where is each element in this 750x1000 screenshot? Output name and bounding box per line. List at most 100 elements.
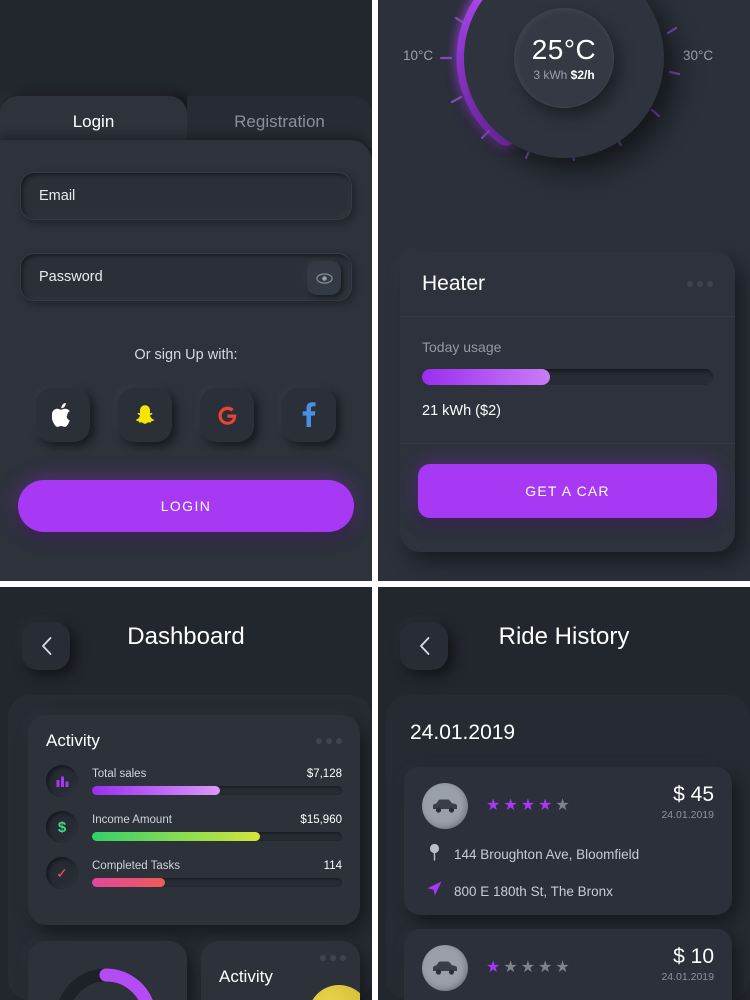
get-a-car-button[interactable]: GET A CAR (418, 464, 717, 518)
screen-grid: Login Registration Email Password Or sig… (0, 0, 750, 1000)
star-icon: ★ (520, 797, 539, 814)
stat-fill (92, 831, 260, 841)
star-icon: ★ (503, 797, 521, 814)
map-pin-icon (422, 843, 446, 866)
ride-date: 24.01.2019 (661, 809, 714, 821)
stat-fill (92, 877, 165, 887)
ride-price: $ 10 (673, 945, 714, 968)
usage-progress-fill (422, 369, 551, 385)
email-field[interactable]: Email (20, 172, 352, 220)
ride-date-group: 24.01.2019 (410, 721, 516, 744)
activity-mini-title: Activity (219, 967, 273, 986)
activity-card: Activity Total sales $7,128 $ Income Amo… (28, 715, 360, 925)
card-divider (400, 443, 735, 444)
star-icon: ★ (555, 797, 573, 814)
rating-stars[interactable]: ★★★★★ (486, 957, 573, 977)
ride-list-item[interactable]: ★★★★★ $ 45 24.01.2019 144 Broughton Ave,… (404, 767, 732, 915)
more-dots-icon[interactable] (687, 281, 713, 287)
activity-title: Activity (46, 731, 100, 750)
google-icon[interactable] (200, 388, 254, 442)
facebook-icon[interactable] (282, 388, 336, 442)
more-dots-icon[interactable] (320, 955, 346, 961)
dropoff-row: 800 E 180th St, The Bronx (404, 880, 732, 902)
rating-stars[interactable]: ★★★★★ (486, 795, 573, 815)
star-icon: ★ (555, 959, 573, 976)
facebook-icon-glyph (302, 402, 316, 427)
rate-value: $2/h (570, 68, 595, 82)
stat-name: Completed Tasks (92, 859, 180, 872)
donut-chart-graphic (59, 968, 153, 1000)
today-usage-label: Today usage (422, 339, 502, 355)
stat-fill (92, 785, 220, 795)
chevron-left-icon (41, 637, 51, 655)
dial-label-30c: 30°C (683, 48, 714, 63)
temperature-dial[interactable]: 10°C 15°C 25°C 30°C 25°C 3 kWh $2/h (378, 0, 750, 230)
car-icon (422, 783, 468, 829)
stat-body: Completed Tasks 114 (92, 860, 342, 887)
ride-history-screen: Ride History 24.01.2019 ★★★★★ $ 45 24.01… (378, 587, 750, 1000)
usage-progress-track (422, 369, 713, 385)
snapchat-icon[interactable] (118, 388, 172, 442)
stat-row: $ Income Amount $15,960 (46, 811, 342, 843)
ride-history-header: Ride History (378, 587, 750, 687)
login-button[interactable]: LOGIN (18, 480, 354, 532)
dollar-icon-glyph: $ (57, 818, 67, 836)
google-icon-glyph (217, 406, 236, 425)
signup-prompt: Or sign Up with: (134, 347, 238, 363)
stat-value: $7,128 (306, 767, 342, 780)
heater-card: Heater Today usage 21 kWh ($2) GET A CAR (400, 252, 735, 552)
heater-card-header: Heater (400, 252, 735, 317)
activity-mini-card[interactable]: Activity (201, 941, 360, 1000)
apple-icon-glyph (52, 403, 70, 427)
ride-list-sheet: 24.01.2019 ★★★★★ $ 45 24.01.2019 144 Bro… (386, 695, 750, 1000)
mini-card-row: Activity (28, 941, 360, 1000)
ride-date: 24.01.2019 (661, 971, 714, 983)
star-icon: ★ (486, 959, 504, 976)
password-field-label: Password (39, 269, 103, 285)
login-backdrop (0, 0, 372, 96)
ride-price: $ 45 (673, 783, 714, 806)
password-field[interactable]: Password (20, 253, 352, 301)
ride-price-block: $ 45 24.01.2019 (661, 783, 714, 821)
back-button[interactable] (22, 622, 70, 670)
stat-track (92, 785, 342, 795)
car-icon-glyph (433, 799, 457, 813)
stat-value: 114 (323, 859, 342, 872)
stat-track (92, 877, 342, 887)
dial-label-15c: 15°C (423, 0, 453, 3)
star-icon: ★ (503, 959, 521, 976)
check-icon-glyph: ✓ (56, 864, 68, 881)
thermostat-screen: 10°C 15°C 25°C 30°C 25°C 3 kWh $2/h Heat… (378, 0, 750, 581)
dropoff-address: 800 E 180th St, The Bronx (454, 883, 613, 899)
star-icon: ★ (538, 797, 556, 814)
stat-name: Total sales (92, 767, 147, 780)
car-icon-glyph (433, 961, 457, 975)
dashboard-screen: Dashboard Activity Total sales $7,128 $ … (0, 587, 372, 1000)
ride-summary: ★★★★★ $ 45 24.01.2019 (404, 767, 732, 829)
tab-login-label: Login (72, 112, 115, 131)
social-login-row (0, 388, 372, 442)
dashboard-sheet: Activity Total sales $7,128 $ Income Amo… (8, 695, 372, 1000)
check-icon: ✓ (46, 857, 78, 889)
chevron-left-icon (419, 637, 429, 655)
eye-icon[interactable] (307, 261, 341, 295)
energy-rate: 3 kWh $2/h (533, 68, 594, 82)
apple-icon[interactable] (36, 388, 90, 442)
bar-chart-icon-glyph (56, 776, 68, 787)
stat-name: Income Amount (92, 813, 172, 826)
navigation-arrow-icon-glyph (427, 881, 441, 896)
smiley-face-icon (308, 985, 360, 1000)
stat-track (92, 831, 342, 841)
snapchat-icon-glyph (136, 405, 154, 424)
car-icon (422, 945, 468, 991)
dial-readout: 25°C 3 kWh $2/h (514, 8, 614, 108)
navigation-arrow-icon (422, 880, 446, 902)
stat-row: Total sales $7,128 (46, 765, 342, 797)
email-field-label: Email (39, 188, 76, 204)
back-button[interactable] (400, 622, 448, 670)
donut-chart-card[interactable] (28, 941, 187, 1000)
dashboard-header: Dashboard (0, 587, 372, 687)
more-dots-icon[interactable] (316, 738, 342, 744)
login-form-card: Email Password Or sign Up with: LOGIN (0, 140, 372, 581)
ride-list-item[interactable]: ★★★★★ $ 10 24.01.2019 (404, 929, 732, 1000)
